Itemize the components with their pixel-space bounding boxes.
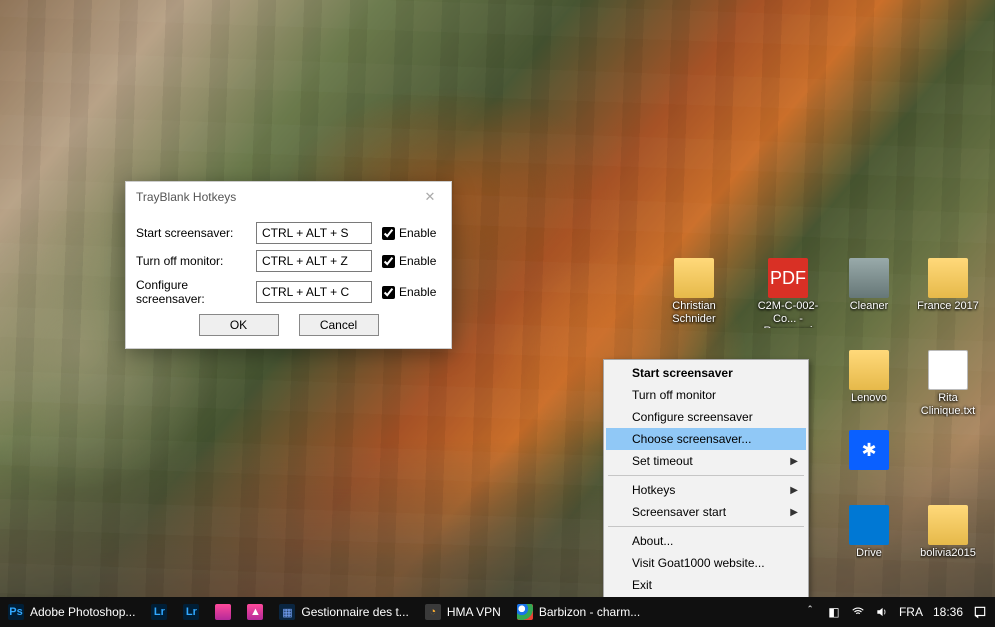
- taskbar-item-label: Barbizon - charm...: [539, 605, 640, 619]
- ok-button[interactable]: OK: [199, 314, 279, 336]
- desktop-icon-label: Lenovo: [851, 392, 887, 405]
- taskbar-item-label: Adobe Photoshop...: [30, 605, 135, 619]
- menu-item-label: Start screensaver: [632, 366, 733, 380]
- system-tray[interactable]: ＾ ◧ FRA 18:36: [795, 605, 995, 619]
- tray-app-icon[interactable]: ◧: [827, 605, 841, 619]
- enable-start-checkbox[interactable]: [382, 227, 395, 240]
- file-icon: [849, 350, 889, 390]
- file-icon: [928, 505, 968, 545]
- app-icon: Lr: [151, 604, 167, 620]
- menu-item[interactable]: Start screensaver: [606, 362, 806, 384]
- app-icon: ▦: [279, 604, 295, 620]
- cancel-button[interactable]: Cancel: [299, 314, 379, 336]
- menu-item-label: Screensaver start: [632, 505, 726, 519]
- file-icon: PDF: [768, 258, 808, 298]
- file-icon: [849, 258, 889, 298]
- language-indicator[interactable]: FRA: [899, 605, 923, 619]
- desktop-icon-label: France 2017: [917, 300, 979, 313]
- desktop-icon[interactable]: ✱: [831, 430, 907, 470]
- tray-context-menu: Start screensaver Turn off monitor Configu…: [603, 359, 809, 599]
- enable-configure[interactable]: Enable: [382, 285, 436, 299]
- row-label-monitor: Turn off monitor:: [136, 254, 252, 268]
- taskbar-item[interactable]: ▲: [239, 597, 271, 627]
- taskbar[interactable]: Ps Adobe Photoshop... Lr Lr ▲ ▦ Gestionnaire d…: [0, 597, 995, 627]
- menu-item[interactable]: Choose screensaver...: [606, 428, 806, 450]
- desktop-icon-label: C2M-C-002-Co... - Raccourci: [750, 300, 826, 328]
- chevron-right-icon: ▶: [790, 456, 798, 467]
- notifications-icon[interactable]: [973, 605, 987, 619]
- menu-item-label: Turn off monitor: [632, 388, 716, 402]
- desktop-icon[interactable]: Drive: [831, 505, 907, 560]
- close-button[interactable]: ✕: [415, 186, 445, 208]
- clock[interactable]: 18:36: [933, 605, 963, 619]
- taskbar-item-label: HMA VPN: [447, 605, 501, 619]
- desktop-icon[interactable]: Christian Schnider: [656, 258, 732, 325]
- chevron-right-icon: ▶: [790, 485, 798, 496]
- app-icon: Lr: [183, 604, 199, 620]
- taskbar-item[interactable]: ◔ HMA VPN: [417, 597, 509, 627]
- menu-item[interactable]: Hotkeys ▶: [606, 479, 806, 501]
- taskbar-item[interactable]: [207, 597, 239, 627]
- chevron-up-icon[interactable]: ＾: [803, 605, 817, 619]
- menu-item-label: Hotkeys: [632, 483, 675, 497]
- file-icon: ✱: [849, 430, 889, 470]
- desktop-icon[interactable]: bolivia2015: [910, 505, 986, 560]
- enable-monitor[interactable]: Enable: [382, 254, 436, 268]
- volume-icon[interactable]: [875, 605, 889, 619]
- file-icon: [928, 258, 968, 298]
- menu-item[interactable]: Screensaver start ▶: [606, 501, 806, 523]
- taskbar-item[interactable]: Lr: [143, 597, 175, 627]
- enable-monitor-checkbox[interactable]: [382, 255, 395, 268]
- menu-item[interactable]: Exit: [606, 574, 806, 596]
- hotkey-configure-input[interactable]: [256, 281, 372, 303]
- app-icon: [517, 604, 533, 620]
- menu-item-label: Configure screensaver: [632, 410, 753, 424]
- desktop-icon-label: Drive: [856, 547, 882, 560]
- hotkey-start-input[interactable]: [256, 222, 372, 244]
- chevron-right-icon: ▶: [790, 507, 798, 518]
- menu-item[interactable]: Visit Goat1000 website...: [606, 552, 806, 574]
- row-label-start: Start screensaver:: [136, 226, 252, 240]
- desktop-icon-label: Rita Clinique.txt: [910, 392, 986, 417]
- menu-item[interactable]: About...: [606, 530, 806, 552]
- wifi-icon[interactable]: [851, 605, 865, 619]
- menu-item-label: Visit Goat1000 website...: [632, 556, 765, 570]
- menu-item[interactable]: Set timeout ▶: [606, 450, 806, 472]
- desktop-icon[interactable]: ≡Rita Clinique.txt: [910, 350, 986, 417]
- taskbar-item-label: Gestionnaire des t...: [301, 605, 408, 619]
- menu-separator: [608, 526, 804, 527]
- menu-item[interactable]: Configure screensaver: [606, 406, 806, 428]
- desktop-icon[interactable]: France 2017: [910, 258, 986, 313]
- app-icon: ▲: [247, 604, 263, 620]
- enable-start[interactable]: Enable: [382, 226, 436, 240]
- menu-item-label: Exit: [632, 578, 652, 592]
- desktop-icon-label: bolivia2015: [920, 547, 976, 560]
- hotkeys-dialog: TrayBlank Hotkeys ✕ Start screensaver: E…: [125, 181, 452, 349]
- taskbar-item[interactable]: Lr: [175, 597, 207, 627]
- desktop-icon[interactable]: PDFC2M-C-002-Co... - Raccourci: [750, 258, 826, 328]
- menu-item-label: Set timeout: [632, 454, 693, 468]
- taskbar-item[interactable]: ▦ Gestionnaire des t...: [271, 597, 416, 627]
- menu-separator: [608, 475, 804, 476]
- taskbar-item[interactable]: Ps Adobe Photoshop...: [0, 597, 143, 627]
- desktop-icon[interactable]: Cleaner: [831, 258, 907, 313]
- menu-item[interactable]: Turn off monitor: [606, 384, 806, 406]
- dialog-titlebar[interactable]: TrayBlank Hotkeys ✕: [126, 182, 451, 212]
- desktop-icon-label: Cleaner: [850, 300, 889, 313]
- hotkey-monitor-input[interactable]: [256, 250, 372, 272]
- file-icon: [849, 505, 889, 545]
- desktop-icon[interactable]: Lenovo: [831, 350, 907, 405]
- file-icon: [674, 258, 714, 298]
- desktop-icon-label: Christian Schnider: [656, 300, 732, 325]
- app-icon: ◔: [425, 604, 441, 620]
- enable-configure-checkbox[interactable]: [382, 286, 395, 299]
- app-icon: [215, 604, 231, 620]
- file-icon: ≡: [928, 350, 968, 390]
- taskbar-item[interactable]: Barbizon - charm...: [509, 597, 648, 627]
- menu-item-label: About...: [632, 534, 673, 548]
- row-label-configure: Configure screensaver:: [136, 278, 252, 306]
- menu-item-label: Choose screensaver...: [632, 432, 751, 446]
- app-icon: Ps: [8, 604, 24, 620]
- dialog-title: TrayBlank Hotkeys: [136, 190, 236, 204]
